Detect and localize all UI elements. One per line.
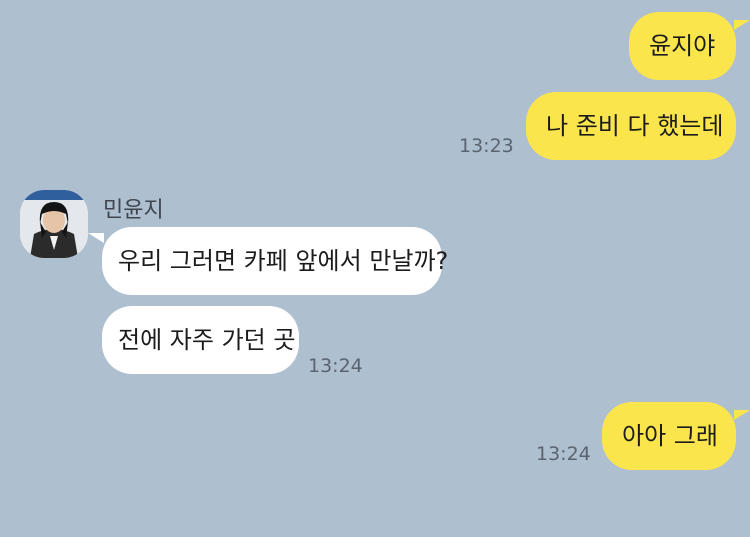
sender-name: 민윤지 [103,198,164,223]
my-message-bubble[interactable]: 아아 그래 [602,402,736,470]
other-message-bubble[interactable]: 전에 자주 가던 곳 [102,306,299,374]
my-message-bubble[interactable]: 나 준비 다 했는데 [526,92,736,160]
message-text: 아아 그래 [622,422,718,450]
bubble-tail [734,20,750,30]
avatar-image [20,190,88,258]
message-text: 윤지야 [649,32,716,60]
my-message-bubble[interactable]: 윤지야 [629,12,736,80]
other-message-bubble[interactable]: 우리 그러면 카페 앞에서 만날까? [102,227,448,295]
message-text: 전에 자주 가던 곳 [118,326,296,354]
message-timestamp: 13:24 [536,443,591,465]
message-timestamp: 13:24 [308,355,363,377]
message-text: 우리 그러면 카페 앞에서 만날까? [118,247,449,275]
avatar[interactable] [20,190,88,258]
message-text: 나 준비 다 했는데 [546,112,724,140]
bubble-tail [88,233,104,243]
message-timestamp: 13:23 [459,135,514,157]
bubble-tail [734,410,750,420]
